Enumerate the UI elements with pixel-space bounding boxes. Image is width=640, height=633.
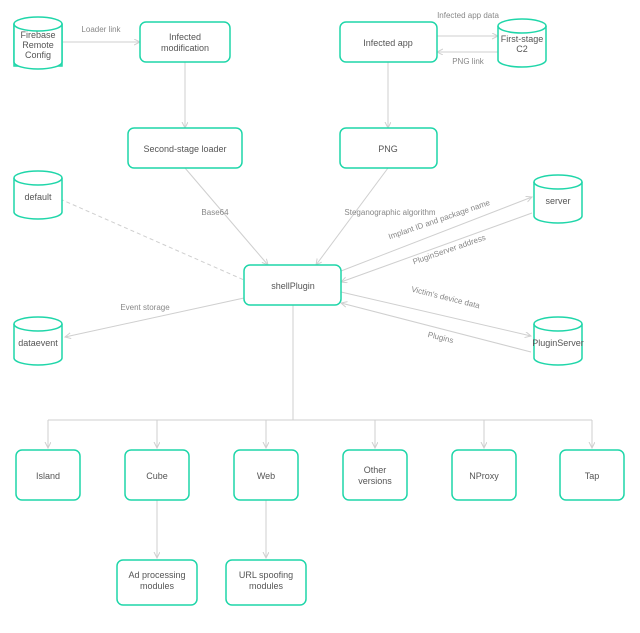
firebase-label-2: Remote: [22, 40, 54, 50]
cube-label: Cube: [146, 471, 168, 481]
dataevent-label: dataevent: [18, 338, 58, 348]
edge-eventstore-label: Event storage: [120, 303, 170, 312]
adproc-label-1: Ad processing: [128, 570, 185, 580]
node-tap: Tap: [560, 450, 624, 500]
island-label: Island: [36, 471, 60, 481]
node-png: PNG: [340, 128, 437, 168]
node-shellplugin: shellPlugin: [244, 265, 341, 305]
otherver-label-2: versions: [358, 476, 392, 486]
cylinder-firststage: First-stage C2: [498, 19, 546, 67]
node-island: Island: [16, 450, 80, 500]
edge-stego-label: Steganographic algorithm: [344, 208, 436, 217]
node-adproc: Ad processing modules: [117, 560, 197, 605]
node-nproxy: NProxy: [452, 450, 516, 500]
infectedmod-label-2: modification: [161, 43, 209, 53]
server-label: server: [545, 196, 570, 206]
edge-plugins: [341, 303, 531, 352]
node-infectedmod: Infected modification: [140, 22, 230, 62]
cylinder-dataevent: dataevent: [14, 317, 62, 365]
cylinder-firebase: Firebase Remote Config: [14, 17, 62, 69]
node-web: Web: [234, 450, 298, 500]
firststage-label-1: First-stage: [501, 34, 544, 44]
adproc-label-2: modules: [140, 581, 175, 591]
otherver-label-1: Other: [364, 465, 387, 475]
edge-victim-label: Victim's device data: [410, 285, 481, 311]
edge-infappdata-label1: Infected app data: [437, 11, 499, 20]
node-cube: Cube: [125, 450, 189, 500]
node-secondstage: Second-stage loader: [128, 128, 242, 168]
edge-base64-label: Base64: [201, 208, 229, 217]
shellplugin-label: shellPlugin: [271, 281, 315, 291]
default-label: default: [24, 192, 52, 202]
cylinder-pluginserver: PluginServer: [532, 317, 584, 365]
edge-pnglink-label: PNG link: [452, 57, 485, 66]
firebase-label-3: Config: [25, 50, 51, 60]
infectedapp-label: Infected app: [363, 38, 413, 48]
png-label: PNG: [378, 144, 398, 154]
firststage-label-2: C2: [516, 44, 528, 54]
tap-label: Tap: [585, 471, 600, 481]
secondstage-label: Second-stage loader: [143, 144, 226, 154]
node-urlspoof: URL spoofing modules: [226, 560, 306, 605]
web-label: Web: [257, 471, 275, 481]
node-otherver: Other versions: [343, 450, 407, 500]
firebase-label-1: Firebase: [20, 30, 55, 40]
pluginserver-label: PluginServer: [532, 338, 584, 348]
cylinder-default: default: [14, 171, 62, 219]
infectedmod-label-1: Infected: [169, 32, 201, 42]
urlspoof-label-1: URL spoofing: [239, 570, 293, 580]
cylinder-server: server: [534, 175, 582, 223]
edge-loaderlink-label: Loader link: [81, 25, 121, 34]
urlspoof-label-2: modules: [249, 581, 284, 591]
edge-psaddr-label: PluginServer address: [412, 233, 487, 266]
nproxy-label: NProxy: [469, 471, 499, 481]
node-infectedapp: Infected app: [340, 22, 437, 62]
edge-plugins-label: Plugins: [427, 330, 455, 345]
